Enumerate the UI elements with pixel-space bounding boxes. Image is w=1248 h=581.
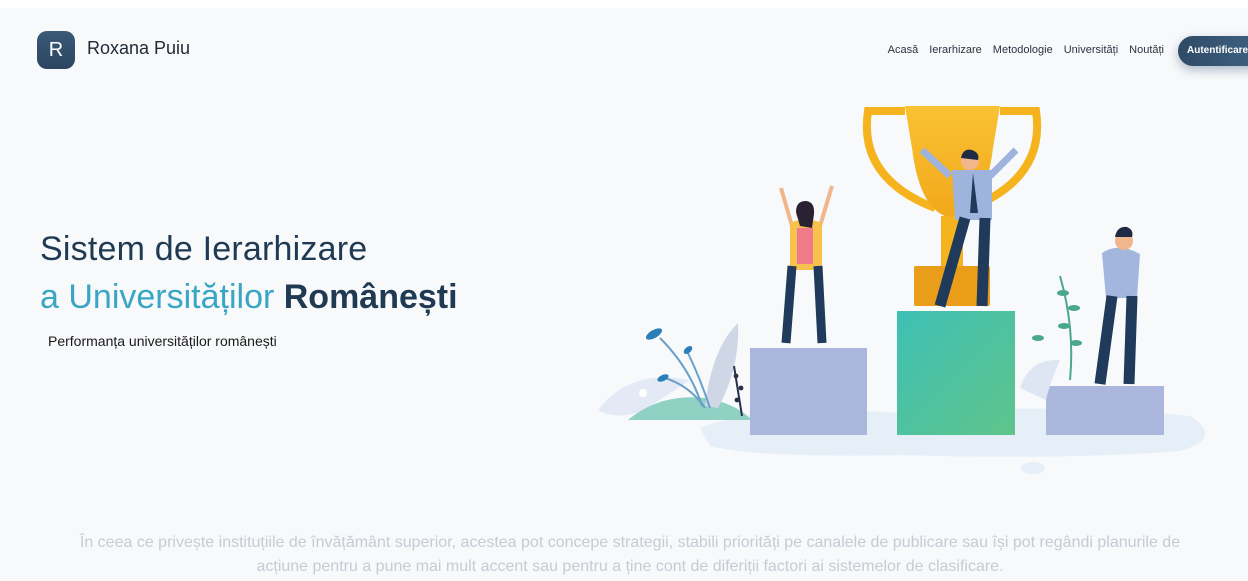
right-leaf-5 [1032, 335, 1044, 341]
page-background: R Roxana Puiu Acasă Ierarhizare Metodolo… [0, 8, 1248, 581]
right-leaf-3 [1058, 323, 1070, 329]
intro-paragraph: În ceea ce privește instituțiile de învă… [79, 534, 1181, 575]
right-leaf-4 [1070, 340, 1082, 346]
sprig-dot-2 [738, 385, 744, 391]
ground-dot [1021, 462, 1045, 474]
right-leaf-1 [1057, 290, 1069, 296]
man-right-legs [1094, 295, 1138, 385]
hero-title-line2: a Universităților Românești [40, 278, 458, 317]
white-flower [639, 389, 647, 397]
hero-title-line1: Sistem de Ierarhizare [40, 230, 368, 268]
hero-subtitle: Performanța universităților românești [48, 333, 277, 349]
left-leaf-striped [705, 323, 739, 408]
sprig-dot-3 [734, 397, 740, 403]
right-leaf-2 [1068, 305, 1080, 311]
hero-title-line2-prefix: a Universităților [40, 278, 284, 316]
podium-right [1046, 386, 1164, 435]
woman-legs [781, 265, 827, 344]
podium-left [750, 348, 867, 435]
woman-top [797, 228, 813, 264]
man-right-hair [1115, 226, 1133, 237]
sprig-dot-1 [733, 373, 739, 379]
hero-title-line2-bold: Românești [283, 278, 458, 316]
podium-center [897, 311, 1015, 435]
man-right-shirt [1102, 247, 1140, 298]
